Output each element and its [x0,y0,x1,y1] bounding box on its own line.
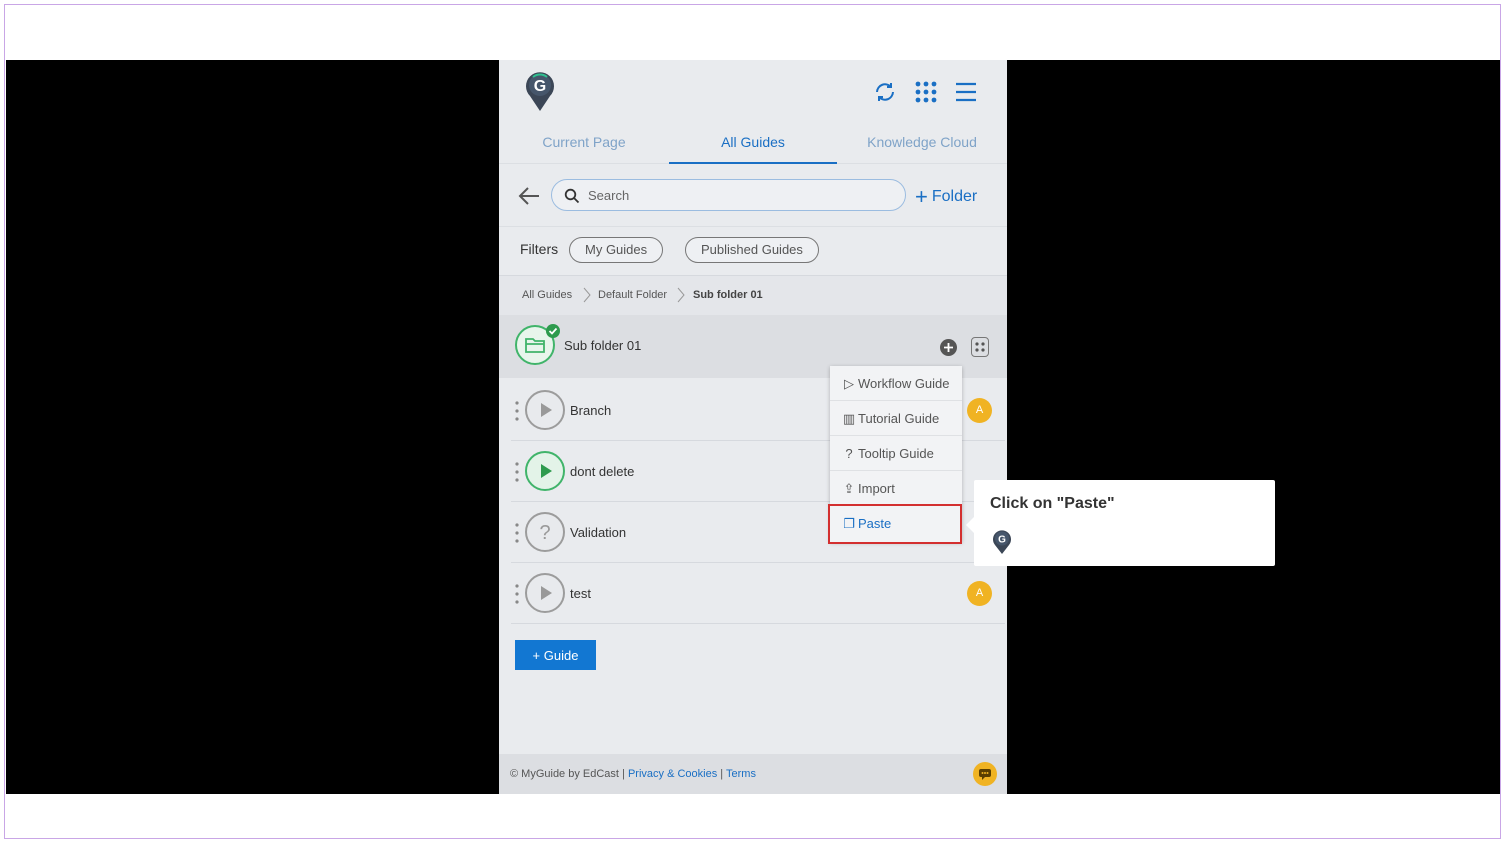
guide-name: Validation [570,525,627,540]
terms-link[interactable]: Terms [726,768,756,780]
clipboard-icon: ❐ [843,516,855,531]
play-icon[interactable] [525,390,565,430]
search-box [551,179,906,211]
privacy-link[interactable]: Privacy & Cookies [628,768,717,780]
breadcrumb: All Guides Default Folder Sub folder 01 [499,275,1007,315]
book-icon: ▥ [842,411,856,426]
guide-name: test [570,586,591,601]
filter-published-guides[interactable]: Published Guides [685,237,819,263]
myguide-logo-icon: G [526,72,554,111]
filters-label: Filters [520,241,559,257]
menu-item-paste[interactable]: ❐ Paste [828,504,962,544]
tab-current-page[interactable]: Current Page [499,122,669,164]
folder-name: Sub folder 01 [564,338,642,353]
filters-row: Filters My Guides Published Guides [499,228,1007,274]
drag-handle-icon[interactable] [515,522,519,544]
hamburger-menu-icon[interactable] [952,78,980,106]
svg-text:?: ? [539,522,550,544]
menu-item-import[interactable]: ⇪ Import [830,471,962,506]
back-arrow-icon[interactable] [517,183,543,209]
question-icon[interactable]: ? [525,512,565,552]
add-circle-icon[interactable] [940,339,957,356]
avatar: A [967,398,992,423]
apps-grid-icon[interactable] [912,78,940,106]
chat-icon[interactable] [973,762,997,786]
play-outline-icon: ▷ [844,376,854,391]
chevron-right-icon [677,287,685,303]
menu-item-tooltip-guide[interactable]: ? Tooltip Guide [830,436,962,471]
refresh-icon[interactable] [871,78,899,106]
search-input[interactable] [588,180,888,210]
footer-text: © MyGuide by EdCast | Privacy & Cookies … [510,768,756,780]
menu-item-workflow-guide[interactable]: ▷ Workflow Guide [830,366,962,401]
menu-item-tutorial-guide[interactable]: ▥ Tutorial Guide [830,401,962,436]
breadcrumb-default-folder[interactable]: Default Folder [598,289,667,301]
guide-row-test[interactable]: test A [511,563,1005,624]
add-guide-button[interactable]: + Guide [515,640,596,670]
footer-separator: | [622,768,625,780]
chevron-right-icon [583,287,591,303]
callout-title: Click on "Paste" [990,495,1115,512]
panel-header: G [499,60,1007,122]
search-icon [564,188,580,204]
add-folder-button[interactable]: + Folder [915,185,977,209]
tab-knowledge-cloud[interactable]: Knowledge Cloud [837,122,1007,164]
tab-all-guides[interactable]: All Guides [669,122,837,164]
guide-name: Branch [570,403,612,418]
drag-handle-icon[interactable] [515,400,519,422]
panel-footer: © MyGuide by EdCast | Privacy & Cookies … [499,754,1007,794]
search-row: + Folder [499,165,1007,227]
add-folder-label: Folder [931,188,978,205]
play-published-icon[interactable] [525,451,565,491]
footer-separator: | [720,768,724,780]
play-icon[interactable] [525,573,565,613]
main-tabs: Current Page All Guides Knowledge Cloud [499,122,1007,164]
upload-icon: ⇪ [843,481,855,496]
filter-my-guides[interactable]: My Guides [569,237,664,263]
instruction-callout: Click on "Paste" G [966,480,1275,566]
drag-handle-icon[interactable] [515,583,519,605]
svg-text:G: G [534,78,546,95]
myguide-logo-icon: G [993,530,1011,554]
drag-handle-icon[interactable] [515,461,519,483]
create-dropdown-menu: ▷ Workflow Guide ▥ Tutorial Guide ? Tooltip… [828,366,962,544]
plus-icon: + [915,184,928,209]
breadcrumb-all-guides[interactable]: All Guides [522,289,572,301]
question-icon: ? [845,446,853,461]
copyright-text: © MyGuide by EdCast [510,768,619,780]
guide-name: dont delete [570,464,635,479]
folder-options-icon[interactable] [971,337,989,357]
svg-text:G: G [998,535,1006,546]
check-badge-icon [546,324,560,338]
avatar: A [967,581,992,606]
breadcrumb-current: Sub folder 01 [693,289,763,301]
